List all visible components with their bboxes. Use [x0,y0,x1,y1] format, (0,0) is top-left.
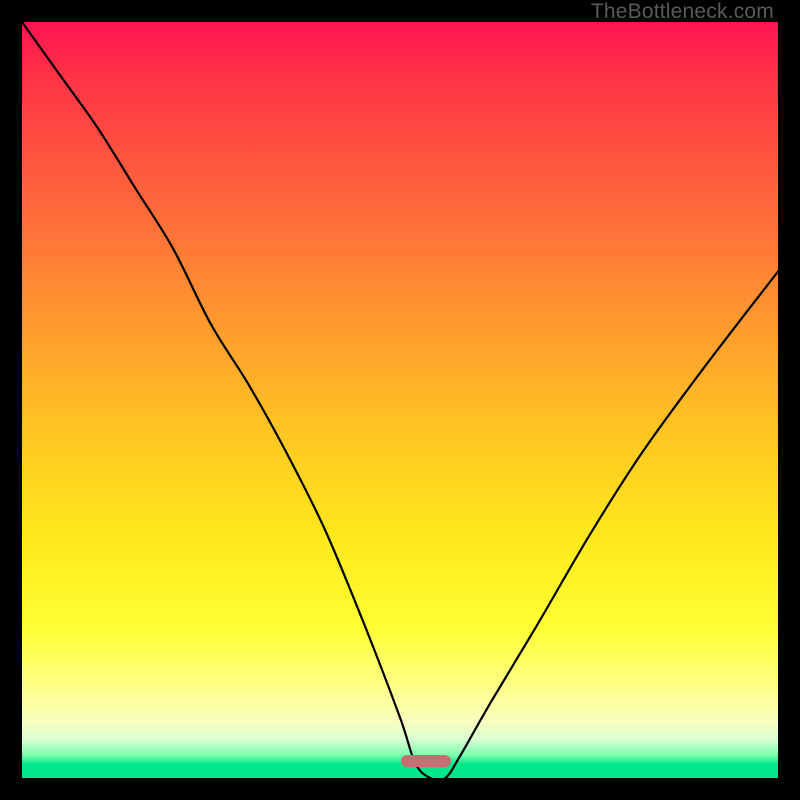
gradient-plot-area [22,22,778,778]
watermark-text: TheBottleneck.com [591,0,774,24]
optimal-marker [401,755,451,767]
bottleneck-curve [22,22,778,778]
curve-path [22,22,778,778]
